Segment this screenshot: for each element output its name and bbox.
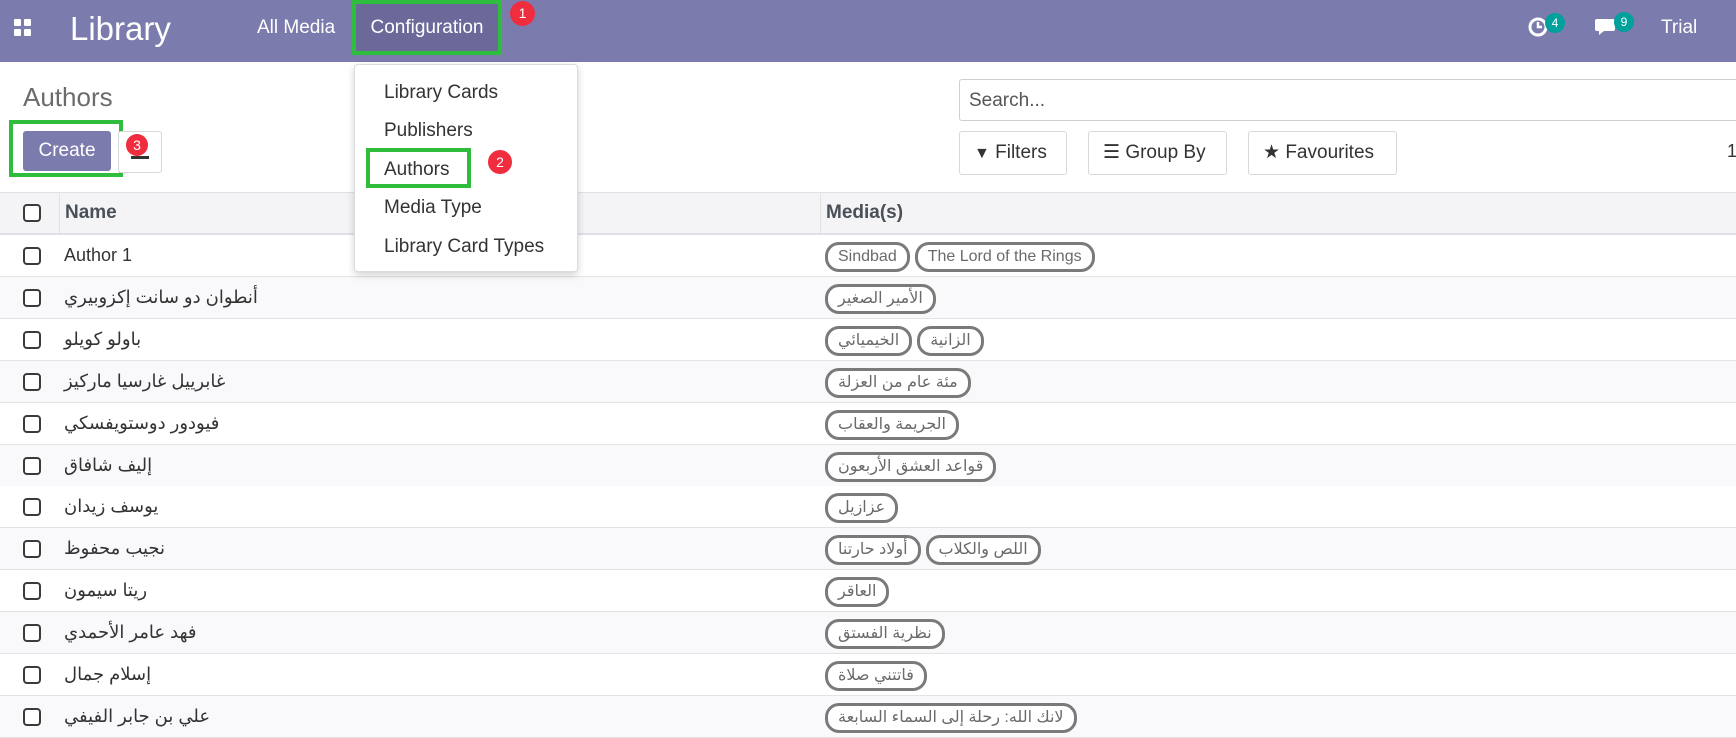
group-by-button[interactable]: ☰ Group By: [1088, 131, 1227, 175]
media-tag: فاتتني صلاة: [825, 661, 927, 691]
media-tags: فاتتني صلاة: [825, 661, 927, 691]
step-marker-1: 1: [510, 1, 535, 26]
column-header-medias[interactable]: Media(s): [826, 202, 903, 224]
author-name: باولو كويلو: [64, 328, 142, 349]
dropdown-item-library-cards[interactable]: Library Cards: [384, 82, 498, 104]
row-checkbox[interactable]: [23, 414, 41, 433]
apps-grid-icon[interactable]: [14, 19, 32, 37]
media-tag: أولاد حارتنا: [825, 535, 921, 566]
row-checkbox[interactable]: [23, 624, 41, 643]
media-tags: قواعد العشق الأربعون: [825, 451, 997, 482]
author-name: نجيب محفوظ: [64, 538, 166, 559]
authors-highlight-frame: [366, 148, 471, 188]
media-tags: Sindbad The Lord of the Rings: [825, 242, 1095, 272]
table-row[interactable]: نجيب محفوظ أولاد حارتنا اللص والكلاب: [0, 528, 1736, 571]
messages-count-badge: 9: [1614, 12, 1634, 32]
media-tag: The Lord of the Rings: [914, 242, 1095, 272]
media-tags: أولاد حارتنا اللص والكلاب: [825, 535, 1041, 566]
star-icon: ★: [1263, 142, 1281, 163]
media-tags: لانك الله: رحلة إلى السماء السابعة: [825, 702, 1077, 733]
row-checkbox[interactable]: [23, 456, 41, 475]
menu-all-media[interactable]: All Media: [257, 17, 335, 39]
table-row[interactable]: إليف شافاق قواعد العشق الأربعون: [0, 444, 1736, 487]
media-tag: نظرية الفستق: [825, 619, 945, 650]
column-divider: [820, 193, 821, 233]
table-header: Name Media(s): [0, 192, 1736, 235]
author-name: إسلام جمال: [64, 664, 152, 684]
dropdown-item-library-card-types[interactable]: Library Card Types: [384, 236, 544, 258]
media-tag: الجريمة والعقاب: [825, 409, 959, 440]
media-tags: عزازيل: [825, 493, 899, 524]
table-row[interactable]: باولو كويلو الخيميائي الزانية: [0, 318, 1736, 361]
table-row[interactable]: فهد عامر الأحمدي نظرية الفستق: [0, 612, 1736, 655]
table-row[interactable]: فيودور دوستويفسكي الجريمة والعقاب: [0, 402, 1736, 445]
select-all-checkbox[interactable]: [23, 204, 41, 222]
filters-button[interactable]: ▼ Filters: [959, 131, 1067, 175]
author-name: علي بن جابر الفيفي: [64, 705, 211, 726]
step-marker-2: 2: [488, 150, 512, 174]
author-name: فهد عامر الأحمدي: [64, 622, 197, 643]
media-tag: الأمير الصغير: [825, 283, 936, 314]
author-name: يوسف زيدان: [64, 496, 159, 517]
row-checkbox[interactable]: [23, 540, 41, 559]
media-tag: Sindbad: [825, 242, 910, 272]
app-brand[interactable]: Library: [70, 10, 171, 48]
row-checkbox[interactable]: [23, 498, 41, 517]
media-tag: مئة عام من العزلة: [825, 367, 971, 398]
media-tags: نظرية الفستق: [825, 619, 945, 650]
row-checkbox[interactable]: [23, 707, 41, 726]
table-row[interactable]: غابرييل غارسيا ماركيز مئة عام من العزلة: [0, 360, 1736, 403]
group-by-label: Group By: [1125, 142, 1206, 163]
activity-count-badge: 4: [1545, 13, 1565, 33]
media-tag: الخيميائي: [825, 325, 913, 356]
row-checkbox[interactable]: [23, 288, 41, 307]
media-tag: اللص والكلاب: [925, 535, 1041, 566]
row-checkbox[interactable]: [23, 372, 41, 391]
table-row[interactable]: ريتا سيمون العاقر: [0, 570, 1736, 613]
row-checkbox[interactable]: [23, 247, 41, 265]
media-tags: الخيميائي الزانية: [825, 325, 984, 356]
author-name: إليف شافاق: [64, 454, 153, 475]
dropdown-item-publishers[interactable]: Publishers: [384, 120, 473, 142]
top-navbar: Library All Media Configuration 1 4 9 Tr…: [0, 0, 1736, 62]
column-divider: [59, 193, 60, 233]
author-name: Author 1: [64, 245, 133, 265]
filters-label: Filters: [995, 142, 1047, 163]
media-tags: مئة عام من العزلة: [825, 367, 971, 398]
dropdown-item-media-type[interactable]: Media Type: [384, 197, 482, 219]
create-button[interactable]: Create: [23, 131, 111, 171]
step-marker-3: 3: [126, 134, 148, 156]
media-tags: العاقر: [825, 577, 890, 608]
media-tag: قواعد العشق الأربعون: [825, 451, 997, 482]
favourites-button[interactable]: ★ Favourites: [1248, 131, 1397, 175]
column-header-name[interactable]: Name: [65, 202, 117, 224]
menu-configuration[interactable]: Configuration: [352, 0, 502, 55]
group-by-bars-icon: ☰: [1103, 142, 1121, 163]
author-name: غابرييل غارسيا ماركيز: [64, 370, 226, 391]
filter-funnel-icon: ▼: [974, 145, 990, 162]
media-tags: الأمير الصغير: [825, 283, 936, 314]
media-tag: عزازيل: [825, 493, 899, 524]
table-row[interactable]: يوسف زيدان عزازيل: [0, 486, 1736, 529]
media-tags: الجريمة والعقاب: [825, 409, 959, 440]
page-title: Authors: [23, 82, 113, 112]
row-checkbox[interactable]: [23, 666, 41, 684]
author-name: ريتا سيمون: [64, 580, 148, 601]
media-tag: لانك الله: رحلة إلى السماء السابعة: [825, 702, 1077, 733]
pager-value[interactable]: 1: [1727, 141, 1736, 162]
row-checkbox[interactable]: [23, 582, 41, 601]
table-row[interactable]: Author 1 Sindbad The Lord of the Rings: [0, 235, 1736, 277]
author-name: أنطوان دو سانت إكزوبيري: [64, 286, 258, 307]
media-tag: العاقر: [825, 577, 890, 608]
row-checkbox[interactable]: [23, 330, 41, 349]
table-row[interactable]: أنطوان دو سانت إكزوبيري الأمير الصغير: [0, 276, 1736, 319]
user-menu[interactable]: Trial: [1661, 17, 1697, 39]
media-tag: الزانية: [917, 325, 984, 356]
table-row[interactable]: علي بن جابر الفيفي لانك الله: رحلة إلى ال…: [0, 695, 1736, 738]
author-name: فيودور دوستويفسكي: [64, 412, 220, 433]
search-input[interactable]: Search...: [959, 79, 1736, 121]
table-row[interactable]: إسلام جمال فاتتني صلاة: [0, 654, 1736, 696]
favourites-label: Favourites: [1285, 142, 1375, 163]
